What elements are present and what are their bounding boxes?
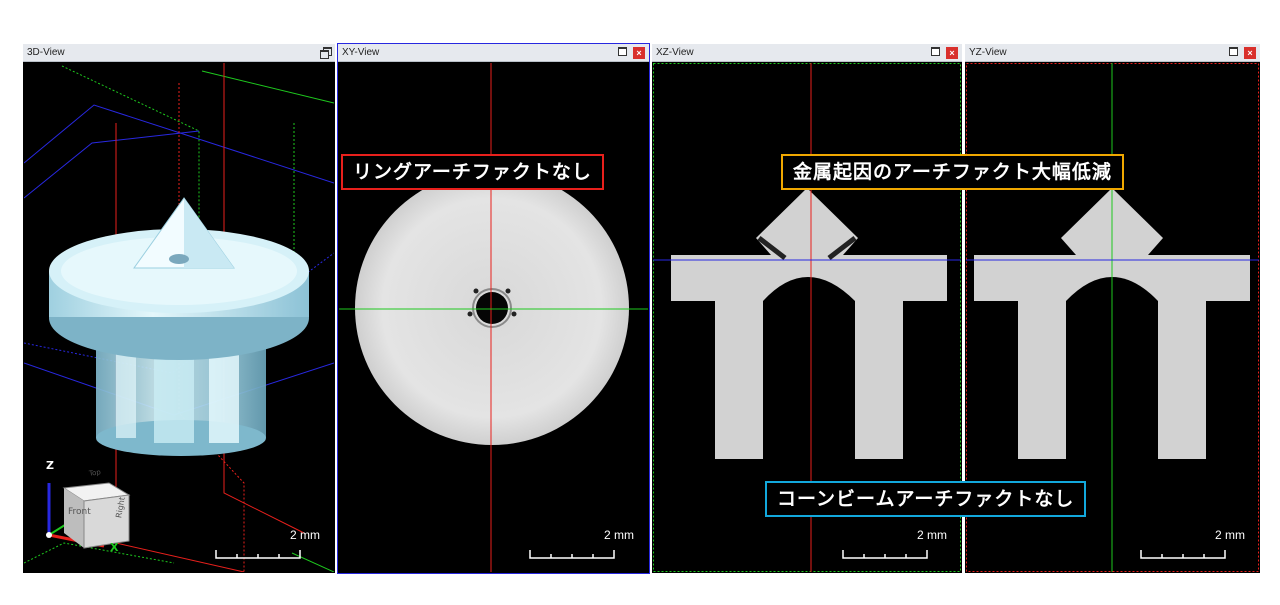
panel-xy-view-titlebar[interactable]: XY-View ×	[338, 44, 649, 62]
maximize-icon[interactable]	[931, 47, 940, 56]
callout-metal-artifact-reduced: 金属起因のアーチファクト大幅低減	[781, 154, 1124, 190]
panel-xy-view[interactable]: XY-View × 2 mm	[337, 43, 650, 574]
callout-no-ring-artifact: リングアーチファクトなし	[341, 154, 604, 190]
panel-yz-view-titlebar[interactable]: YZ-View ×	[965, 44, 1260, 62]
panel-xz-view-titlebar[interactable]: XZ-View ×	[652, 44, 962, 62]
scale-bar: 2 mm	[837, 528, 947, 562]
axis-x-label: X	[110, 541, 119, 554]
panel-title: XZ-View	[656, 47, 694, 58]
panel-title: YZ-View	[969, 47, 1007, 58]
maximize-icon[interactable]	[618, 47, 627, 56]
nav-cube-front-label[interactable]: Front	[68, 507, 91, 517]
panel-3d-view[interactable]: 3D-View Top Front Right Z X 2 mm	[23, 44, 335, 573]
callout-no-conebeam-artifact: コーンビームアーチファクトなし	[765, 481, 1087, 517]
nav-cube-top-label[interactable]: Top	[89, 468, 102, 478]
panel-title: XY-View	[342, 47, 380, 58]
close-icon[interactable]: ×	[946, 47, 958, 59]
xy-slice-image	[339, 63, 648, 572]
close-icon[interactable]: ×	[1244, 47, 1256, 59]
close-icon[interactable]: ×	[633, 47, 645, 59]
scale-bar: 2 mm	[1135, 528, 1245, 562]
xy-viewport[interactable]: 2 mm	[339, 63, 648, 572]
scale-bar: 2 mm	[210, 528, 320, 562]
restore-icon[interactable]	[320, 47, 332, 59]
panel-3d-view-titlebar[interactable]: 3D-View	[23, 44, 335, 62]
panel-title: 3D-View	[27, 47, 65, 58]
axis-z-label: Z	[46, 459, 54, 472]
3d-viewport[interactable]: Top Front Right Z X 2 mm	[24, 63, 334, 572]
3d-scene	[24, 63, 334, 572]
maximize-icon[interactable]	[1229, 47, 1238, 56]
scale-bar: 2 mm	[524, 528, 634, 562]
